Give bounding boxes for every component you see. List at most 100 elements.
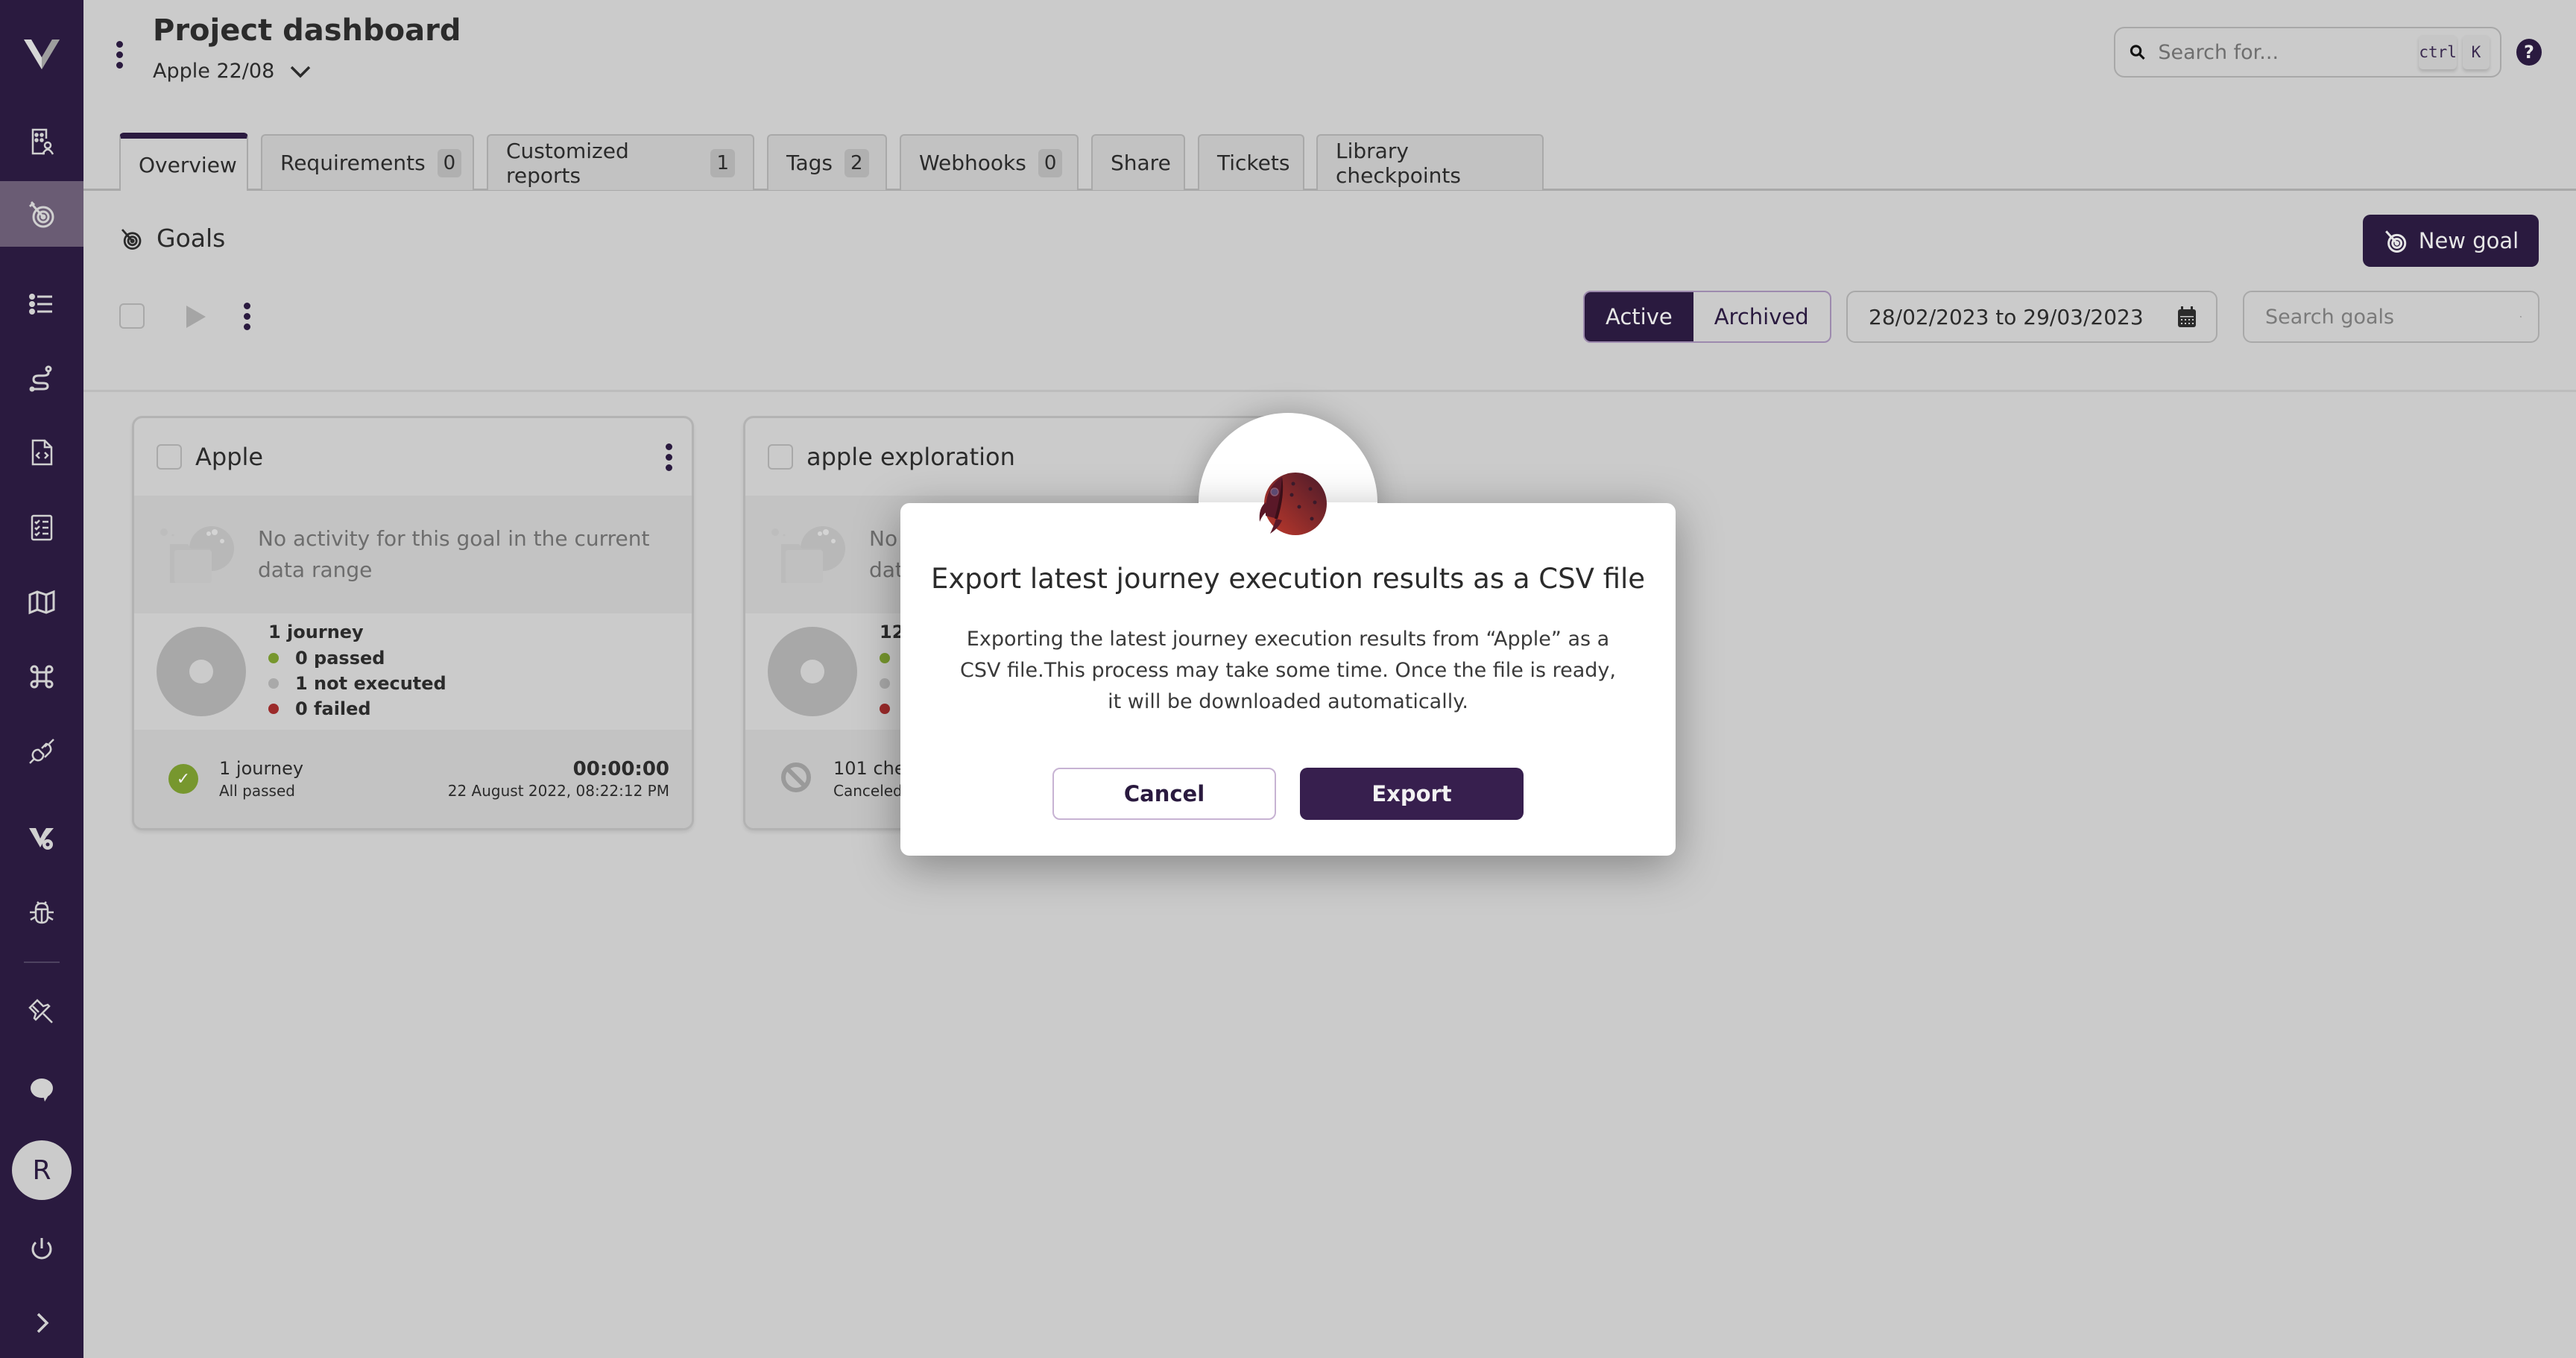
legend-not-executed: 1 not executed — [268, 671, 446, 696]
legend-failed: 0 failed — [268, 696, 446, 721]
sidebar-item-journeys[interactable] — [0, 346, 83, 411]
cancel-button[interactable]: Cancel — [1052, 768, 1276, 820]
kebab-dot — [116, 62, 123, 69]
tab-count-badge: 0 — [437, 148, 462, 177]
target-icon — [2384, 230, 2407, 253]
goal-stats: 1 journey 0 passed 1 not executed 0 fail… — [134, 613, 692, 730]
sidebar-item-checklist[interactable] — [0, 495, 83, 560]
not-executed-dot — [268, 678, 279, 689]
bulk-actions-menu-button[interactable] — [244, 303, 250, 330]
project-name: Apple 22/08 — [153, 60, 275, 83]
kebab-dot — [666, 443, 672, 450]
sidebar-divider — [24, 961, 60, 963]
tab-label: Overview — [139, 152, 237, 177]
goal-select-checkbox[interactable] — [157, 444, 182, 470]
tab-customized-reports[interactable]: Customized reports 1 — [487, 134, 754, 190]
sidebar-item-code[interactable] — [0, 420, 83, 485]
dialog-title: Export latest journey execution results … — [930, 563, 1646, 595]
passed-dot — [880, 653, 890, 663]
goal-menu-button[interactable] — [666, 443, 672, 471]
command-icon — [30, 665, 54, 689]
project-selector[interactable]: Apple 22/08 — [153, 60, 312, 83]
tab-share[interactable]: Share — [1091, 134, 1185, 190]
failed-count: 0 failed — [295, 698, 371, 719]
tab-label: Library checkpoints — [1336, 138, 1461, 188]
not-executed-dot — [880, 678, 890, 689]
global-search-input[interactable] — [2158, 40, 2414, 64]
tab-count-badge: 0 — [1038, 148, 1063, 177]
tab-tickets[interactable]: Tickets — [1198, 134, 1304, 190]
route-icon — [29, 365, 52, 392]
app-logo[interactable] — [0, 19, 83, 86]
tab-label: Customized reports — [506, 138, 629, 188]
user-avatar[interactable]: R — [12, 1140, 72, 1200]
content-divider — [83, 390, 2576, 392]
tab-tags[interactable]: Tags 2 — [767, 134, 887, 190]
pin-icon — [28, 999, 53, 1023]
export-button[interactable]: Export — [1300, 768, 1524, 820]
kebab-dot — [244, 303, 250, 309]
goal-search[interactable] — [2243, 291, 2539, 343]
goal-search-input[interactable] — [2265, 305, 2520, 329]
tab-library-checkpoints[interactable]: Library checkpoints — [1316, 134, 1544, 190]
tab-count-badge: 1 — [710, 148, 735, 177]
chevron-down-icon — [291, 66, 311, 78]
tab-label: Share — [1111, 151, 1171, 175]
sidebar-item-pin[interactable] — [0, 979, 83, 1045]
date-range-picker[interactable]: 28/02/2023 to 29/03/2023 — [1846, 291, 2217, 343]
goal-card-header: Apple — [134, 418, 692, 496]
tab-webhooks[interactable]: Webhooks 0 — [900, 134, 1079, 190]
goal-card[interactable]: Apple No activity for this goal in the c… — [132, 416, 694, 830]
search-icon — [2130, 45, 2145, 60]
export-csv-dialog: Export latest journey execution results … — [900, 503, 1676, 856]
sidebar-item-plugins[interactable] — [0, 719, 83, 784]
global-search[interactable]: ctrl K — [2114, 27, 2501, 78]
search-icon[interactable] — [2520, 305, 2522, 329]
sidebar-item-settings[interactable] — [0, 804, 83, 870]
sidebar-item-list[interactable] — [0, 271, 83, 337]
passed-count: 0 passed — [295, 648, 385, 669]
kebab-dot — [116, 41, 123, 48]
sidebar-expand-button[interactable] — [0, 1290, 83, 1356]
results-donut-chart — [768, 627, 857, 716]
tab-requirements[interactable]: Requirements 0 — [261, 134, 474, 190]
sidebar-item-map[interactable] — [0, 569, 83, 635]
goals-title: Goals — [157, 224, 226, 253]
help-icon[interactable]: ? — [2516, 39, 2542, 66]
passed-dot — [268, 653, 279, 663]
sidebar-item-projects[interactable] — [0, 109, 83, 174]
new-goal-button[interactable]: New goal — [2363, 215, 2539, 267]
run-goals-button[interactable] — [185, 304, 207, 332]
failed-dot — [880, 704, 890, 714]
last-run-status: All passed — [219, 782, 295, 800]
project-menu-button[interactable] — [116, 41, 123, 69]
select-all-checkbox[interactable] — [119, 303, 145, 329]
filter-archived-button[interactable]: Archived — [1693, 292, 1830, 341]
filter-active-button[interactable]: Active — [1585, 292, 1693, 341]
results-legend: 1 journey 0 passed 1 not executed 0 fail… — [268, 622, 446, 721]
sidebar-item-chat[interactable] — [0, 1057, 83, 1122]
goal-select-checkbox[interactable] — [768, 444, 793, 470]
tab-label: Requirements — [280, 151, 426, 175]
kebab-dot — [244, 323, 250, 330]
sidebar-item-logout[interactable] — [0, 1216, 83, 1281]
last-run-title: 1 journey — [219, 758, 304, 779]
target-icon — [121, 228, 142, 250]
goals-heading: Goals — [119, 224, 225, 253]
tab-overview[interactable]: Overview — [119, 133, 248, 191]
rocket-planet-illustration-icon — [1259, 473, 1327, 535]
sidebar-item-goals[interactable] — [0, 181, 83, 247]
goal-title[interactable]: Apple — [195, 443, 666, 471]
shortcut-key-ctrl: ctrl — [2419, 35, 2457, 69]
plug-icon — [29, 739, 54, 764]
failed-dot — [268, 704, 279, 714]
list-icon — [29, 294, 52, 315]
tab-count-badge: 2 — [845, 148, 869, 177]
goal-last-run[interactable]: ✓ 1 journey All passed 00:00:00 22 Augus… — [134, 730, 692, 828]
file-code-icon — [31, 439, 53, 466]
sidebar-item-commands[interactable] — [0, 644, 83, 710]
tab-label: Webhooks — [919, 151, 1026, 175]
sidebar-item-bugs[interactable] — [0, 879, 83, 945]
tab-label: Tickets — [1217, 151, 1290, 175]
page-title: Project dashboard — [153, 13, 461, 48]
